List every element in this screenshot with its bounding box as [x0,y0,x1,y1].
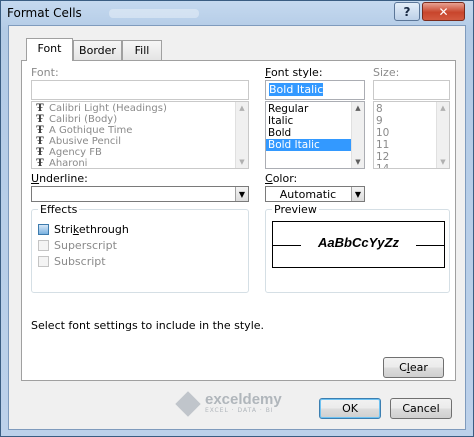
superscript-checkbox[interactable] [38,240,49,251]
help-icon: ? [403,4,411,19]
font-list-item[interactable]: Ŧ Agency FB [32,147,248,158]
font-list-scrollbar[interactable]: ▲ ▼ [235,102,248,168]
font-label: Font: [31,66,59,79]
superscript-label: Superscript [54,239,117,252]
cancel-button-label: Cancel [402,402,440,415]
clear-button[interactable]: Clear [383,357,444,378]
font-list-item[interactable]: Ŧ Abusive Pencil [32,136,248,147]
strikethrough-option[interactable]: Strikethrough [38,223,129,236]
truetype-icon: Ŧ [36,146,44,158]
truetype-icon: Ŧ [36,157,44,169]
size-list-scrollbar[interactable]: ▲ ▼ [436,102,449,168]
watermark-tagline: EXCEL · DATA · BI [205,407,274,414]
chevron-down-icon[interactable]: ▼ [235,187,248,201]
strikethrough-label: Strikethrough [54,223,129,236]
exceldemy-watermark: exceldemy EXCEL · DATA · BI [175,390,282,417]
exceldemy-logo-icon [175,390,201,417]
watermark-name: exceldemy [205,391,282,408]
font-list-item[interactable]: Ŧ Calibri (Body) [32,114,248,125]
preview-box: AaBbCcYyZz [272,221,445,268]
preview-title: Preview [272,203,319,216]
tab-border-label: Border [79,44,116,57]
font-name-input[interactable] [31,80,249,100]
scroll-up-icon[interactable]: ▲ [437,102,449,114]
preview-group: Preview AaBbCcYyZz [265,203,450,293]
color-label: Color: [265,172,298,185]
font-style-list[interactable]: Regular Italic Bold Bold Italic ▲ ▼ [265,101,365,169]
superscript-option[interactable]: Superscript [38,239,117,252]
underline-label: Underline: [31,172,88,185]
font-style-item-bold[interactable]: Bold [266,127,364,139]
scroll-up-icon[interactable]: ▲ [352,102,364,114]
font-list-item[interactable]: Ŧ Calibri Light (Headings) [32,103,248,114]
font-list-item[interactable]: ŦA Gothique Time [32,125,248,136]
ok-button[interactable]: OK [319,398,381,419]
help-button[interactable]: ? [394,2,420,21]
size-label: Size: [373,66,400,79]
color-dropdown[interactable]: Automatic ▼ [265,186,365,202]
truetype-icon: Ŧ [36,135,44,147]
truetype-icon: Ŧ [36,113,44,125]
font-style-item-regular[interactable]: Regular [266,103,364,115]
subscript-label: Subscript [54,255,106,268]
scroll-down-icon[interactable]: ▼ [236,156,248,168]
scroll-down-icon[interactable]: ▼ [352,156,364,168]
font-style-label: Font style: [265,66,323,79]
info-text: Select font settings to include in the s… [31,319,265,332]
format-cells-dialog: Format Cells ? ✕ Font Border Fill Font: … [0,0,474,437]
cancel-button[interactable]: Cancel [390,398,452,419]
chevron-down-icon[interactable]: ▼ [351,187,364,201]
tab-fill-label: Fill [134,44,150,57]
tab-fill[interactable]: Fill [122,40,162,60]
tab-border[interactable]: Border [73,40,122,60]
tab-font[interactable]: Font [26,38,73,61]
underline-dropdown[interactable]: ▼ [31,186,249,202]
truetype-icon: Ŧ [36,102,44,114]
font-style-item-italic[interactable]: Italic [266,115,364,127]
font-tab-panel: Font: Ŧ Calibri Light (Headings) Ŧ Calibri… [21,60,456,381]
close-button[interactable]: ✕ [422,2,465,21]
subscript-option[interactable]: Subscript [38,255,106,268]
font-style-input[interactable]: Bold Italic [265,80,365,100]
strikethrough-checkbox[interactable] [38,224,49,235]
close-icon: ✕ [438,4,449,19]
font-list-item[interactable]: Ŧ Aharoni [32,157,248,169]
color-value: Automatic [279,188,337,201]
ok-button-label: OK [342,402,358,415]
title-ghost-text [109,9,199,18]
title-bar: Format Cells ? ✕ [1,1,473,25]
window-title: Format Cells [7,6,82,20]
size-list[interactable]: 8 9 10 11 12 14 ▲ ▼ [373,101,450,169]
effects-group: Effects Strikethrough Superscript Subscr… [31,203,249,293]
clear-button-label: Clear [399,361,428,374]
font-style-item-bold-italic[interactable]: Bold Italic [266,139,364,151]
truetype-icon: Ŧ [36,124,44,136]
font-list[interactable]: Ŧ Calibri Light (Headings) Ŧ Calibri (Body… [31,101,249,169]
preview-sample-text: AaBbCcYyZz [318,235,399,250]
scroll-down-icon[interactable]: ▼ [437,156,449,168]
font-style-scrollbar[interactable]: ▲ ▼ [351,102,364,168]
subscript-checkbox[interactable] [38,256,49,267]
effects-title: Effects [38,203,80,216]
tab-font-label: Font [37,42,62,55]
font-style-value: Bold Italic [269,83,324,96]
size-input[interactable] [373,80,450,100]
scroll-up-icon[interactable]: ▲ [236,102,248,114]
dialog-body: Font Border Fill Font: Ŧ Calibri Light (H… [8,25,466,430]
